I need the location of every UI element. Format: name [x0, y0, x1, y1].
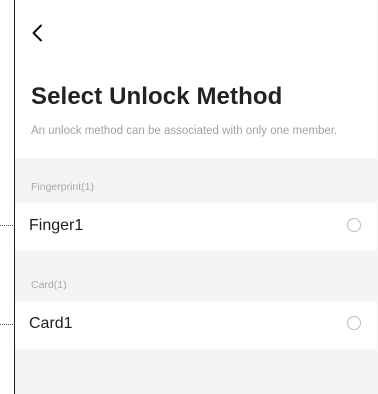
list-item-label: Card1	[29, 315, 73, 332]
back-button[interactable]	[25, 20, 49, 46]
section-header-card: Card(1)	[31, 279, 67, 291]
list-item-card1[interactable]: Card1	[15, 301, 377, 349]
chevron-left-icon	[31, 24, 43, 42]
radio-button[interactable]	[347, 316, 361, 330]
page-title: Select Unlock Method	[31, 83, 283, 110]
page-header: Select Unlock Method An unlock method ca…	[15, 0, 377, 158]
app-screen: Select Unlock Method An unlock method ca…	[14, 0, 378, 394]
list-item-finger1[interactable]: Finger1	[15, 203, 377, 251]
list-item-label: Finger1	[29, 217, 84, 234]
radio-button[interactable]	[347, 218, 361, 232]
page-subtitle: An unlock method can be associated with …	[31, 125, 338, 137]
section-header-fingerprint: Fingerprint(1)	[31, 181, 95, 193]
